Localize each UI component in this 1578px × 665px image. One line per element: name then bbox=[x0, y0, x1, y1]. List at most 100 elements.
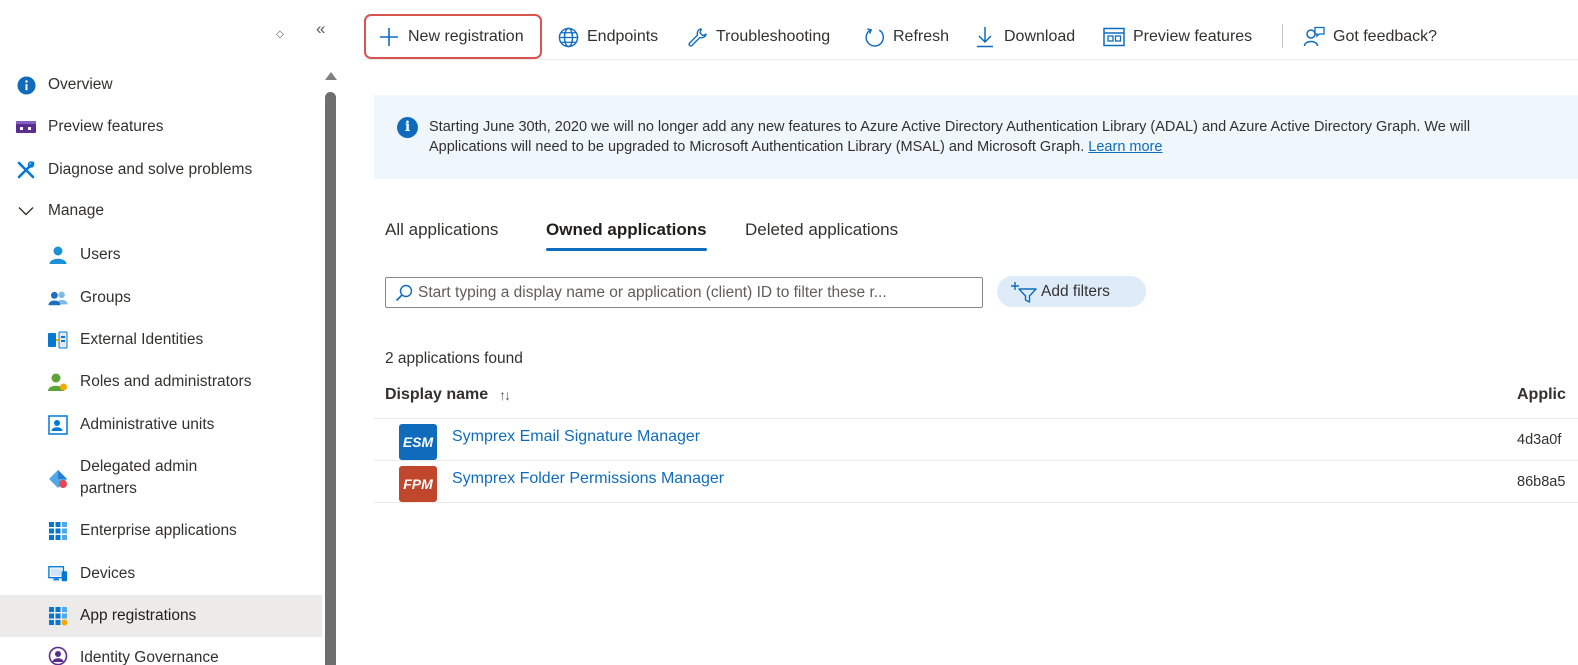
preview-features-label: Preview features bbox=[1133, 28, 1253, 45]
sidebar-item-administrative-units[interactable]: Administrative units bbox=[0, 404, 322, 446]
app-name-link[interactable]: Symprex Email Signature Manager bbox=[452, 428, 700, 446]
sidebar-item-label: App registrations bbox=[80, 607, 197, 624]
search-box bbox=[385, 277, 983, 308]
sidebar-item-label: Identity Governance bbox=[80, 649, 219, 665]
banner-message: Starting June 30th, 2020 we will no long… bbox=[429, 117, 1578, 157]
sidebar-item-diagnose[interactable]: Diagnose and solve problems bbox=[0, 149, 322, 191]
preview-features-button[interactable]: Preview features bbox=[1103, 14, 1252, 60]
feedback-icon bbox=[1303, 26, 1325, 48]
sidebar-item-label: Overview bbox=[48, 76, 113, 93]
table-row: FPM Symprex Folder Permissions Manager 8… bbox=[374, 461, 1578, 503]
got-feedback-button[interactable]: Got feedback? bbox=[1303, 14, 1437, 60]
sidebar-group-manage[interactable]: Manage bbox=[0, 190, 322, 232]
table-header-row: Display name ↑↓ Applic bbox=[374, 380, 1578, 419]
sidebar-item-label: Administrative units bbox=[80, 416, 215, 433]
enterprise-apps-icon bbox=[48, 521, 68, 541]
tab-owned-applications[interactable]: Owned applications bbox=[546, 215, 707, 253]
add-filter-icon bbox=[1011, 280, 1037, 304]
download-button[interactable]: Download bbox=[974, 14, 1075, 60]
app-name-link[interactable]: Symprex Folder Permissions Manager bbox=[452, 470, 724, 488]
sort-arrows-icon[interactable]: ↑↓ bbox=[499, 387, 511, 403]
sidebar-item-label: Delegated admin bbox=[80, 458, 198, 475]
endpoints-button[interactable]: Endpoints bbox=[557, 14, 658, 60]
sidebar-item-users[interactable]: Users bbox=[0, 234, 322, 276]
refresh-icon bbox=[863, 26, 885, 48]
sidebar-item-app-registrations[interactable]: App registrations bbox=[0, 595, 322, 637]
devices-icon bbox=[48, 564, 68, 584]
app-registrations-icon bbox=[48, 606, 68, 626]
sidebar-item-delegated-admin-partners[interactable]: Delegated admin partners bbox=[0, 456, 322, 502]
app-logo-fpm: FPM bbox=[399, 466, 437, 502]
wrench-cross-icon bbox=[16, 160, 36, 180]
sidebar-item-overview[interactable]: Overview bbox=[0, 64, 322, 106]
sidebar-item-label: Groups bbox=[80, 289, 131, 306]
app-id-cell: 4d3a0f bbox=[1517, 432, 1562, 448]
troubleshooting-button[interactable]: Troubleshooting bbox=[686, 14, 830, 60]
collapse-sidebar-icon[interactable]: « bbox=[316, 20, 336, 40]
command-toolbar: New registration Endpoints Troubleshooti… bbox=[362, 14, 1578, 60]
toolbar-divider bbox=[1282, 24, 1283, 48]
sidebar-item-groups[interactable]: Groups bbox=[0, 277, 322, 319]
sidebar-item-label: Users bbox=[80, 246, 121, 263]
sidebar-item-label: Roles and administrators bbox=[80, 373, 252, 390]
add-filters-label: Add filters bbox=[1041, 282, 1110, 300]
got-feedback-label: Got feedback? bbox=[1333, 28, 1438, 45]
sidebar-item-external-identities[interactable]: External Identities bbox=[0, 319, 322, 361]
app-logo-esm: ESM bbox=[399, 424, 437, 460]
sidebar-item-roles[interactable]: Roles and administrators bbox=[0, 361, 322, 403]
sidebar-item-label-line2: partners bbox=[80, 480, 137, 497]
banner-line-2-text: Applications will need to be upgraded to… bbox=[429, 139, 1085, 155]
tab-all-applications[interactable]: All applications bbox=[385, 215, 498, 253]
column-header-application-id[interactable]: Applic bbox=[1517, 386, 1566, 404]
refresh-label: Refresh bbox=[893, 28, 950, 45]
search-input[interactable] bbox=[418, 283, 978, 302]
refresh-button[interactable]: Refresh bbox=[863, 14, 949, 60]
external-identities-icon bbox=[48, 330, 68, 350]
results-count: 2 applications found bbox=[385, 350, 523, 367]
preview-features-icon bbox=[16, 117, 36, 137]
sidebar-item-identity-governance[interactable]: Identity Governance bbox=[0, 638, 322, 665]
download-label: Download bbox=[1004, 28, 1076, 45]
preview-features-icon bbox=[1103, 26, 1125, 48]
sidebar-scrollbar-thumb[interactable] bbox=[325, 92, 336, 665]
sidebar-item-label: Devices bbox=[80, 565, 136, 582]
sidebar-item-label: Diagnose and solve problems bbox=[48, 161, 253, 178]
tab-deleted-applications[interactable]: Deleted applications bbox=[745, 215, 898, 253]
info-icon: i bbox=[397, 117, 418, 138]
sidebar-item-enterprise-applications[interactable]: Enterprise applications bbox=[0, 510, 322, 552]
troubleshooting-label: Troubleshooting bbox=[716, 28, 831, 45]
new-registration-button[interactable]: New registration bbox=[364, 14, 542, 59]
table-row: ESM Symprex Email Signature Manager 4d3a… bbox=[374, 419, 1578, 461]
wrench-icon bbox=[686, 26, 708, 48]
search-icon bbox=[392, 281, 416, 305]
sidebar-item-label: Enterprise applications bbox=[80, 522, 237, 539]
banner-line-2: Applications will need to be upgraded to… bbox=[429, 137, 1578, 157]
info-banner: i Starting June 30th, 2020 we will no lo… bbox=[374, 95, 1578, 179]
sidebar-item-preview-features[interactable]: Preview features bbox=[0, 106, 322, 148]
add-filters-button[interactable]: Add filters bbox=[997, 276, 1146, 307]
info-icon bbox=[16, 75, 36, 95]
scroll-up-arrow-icon[interactable] bbox=[325, 72, 337, 80]
learn-more-link[interactable]: Learn more bbox=[1088, 139, 1162, 155]
column-header-display-name[interactable]: Display name bbox=[385, 386, 488, 404]
delegated-admin-icon bbox=[48, 469, 68, 489]
globe-icon bbox=[557, 26, 579, 48]
group-icon bbox=[48, 288, 68, 308]
sidebar-item-label: External Identities bbox=[80, 331, 204, 348]
left-nav-sidebar: ◇ « Overview Preview features Diagnose a… bbox=[0, 0, 338, 665]
sidebar-top-controls: ◇ « bbox=[0, 20, 338, 50]
sidebar-item-devices[interactable]: Devices bbox=[0, 553, 322, 595]
download-icon bbox=[974, 26, 996, 48]
endpoints-label: Endpoints bbox=[587, 28, 659, 45]
plus-icon bbox=[378, 26, 400, 48]
identity-governance-icon bbox=[48, 646, 68, 665]
chevron-down-icon bbox=[16, 201, 36, 221]
banner-line-1: Starting June 30th, 2020 we will no long… bbox=[429, 119, 1471, 135]
sidebar-item-label: Preview features bbox=[48, 118, 164, 135]
user-icon bbox=[48, 245, 68, 265]
sort-icon[interactable]: ◇ bbox=[274, 28, 286, 42]
roles-icon bbox=[48, 372, 68, 392]
sidebar-item-label: Manage bbox=[48, 202, 105, 219]
app-id-cell: 86b8a5 bbox=[1517, 474, 1566, 490]
new-registration-label: New registration bbox=[408, 27, 524, 45]
